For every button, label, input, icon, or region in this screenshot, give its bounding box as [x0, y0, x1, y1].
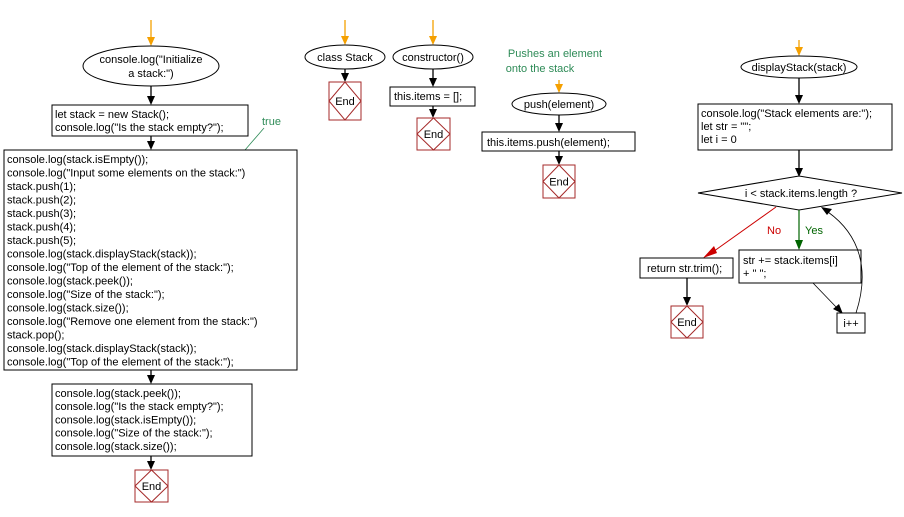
code-line: console.log("Remove one element from the…	[7, 316, 258, 328]
true-label: true	[262, 116, 281, 128]
code-line: stack.push(1);	[7, 181, 76, 193]
code-line: console.log("Stack elements are:");	[701, 108, 872, 120]
code-line: console.log(stack.isEmpty());	[7, 154, 148, 166]
end-label: End	[142, 481, 162, 493]
arrowhead	[147, 141, 155, 150]
arrowhead	[555, 84, 563, 93]
arrowhead	[555, 156, 563, 165]
return-text: return str.trim();	[647, 263, 722, 275]
arrowhead	[147, 461, 155, 470]
yes-arrowhead	[795, 240, 803, 250]
arrowhead	[147, 96, 155, 105]
arrowhead	[795, 95, 803, 104]
yes-label: Yes	[805, 225, 823, 237]
code-line: console.log("Size of the stack:");	[55, 428, 213, 440]
arrowhead	[429, 36, 437, 45]
main-start-terminal	[82, 45, 220, 87]
code-line: let i = 0	[701, 134, 737, 146]
class-stack-label: class Stack	[317, 52, 373, 64]
arrowhead	[683, 297, 691, 306]
code-line: console.log(stack.isEmpty());	[55, 414, 196, 426]
code-line: console.log(stack.size());	[7, 303, 129, 315]
code-line: console.log("Is the stack empty?");	[55, 122, 224, 134]
end-label: End	[549, 177, 569, 189]
body-line: + " ";	[743, 268, 766, 280]
main-start-line: console.log("Initialize	[100, 54, 203, 66]
body-line: str += stack.items[i]	[743, 255, 838, 267]
code-line: console.log(stack.peek());	[7, 276, 133, 288]
code-line: stack.push(5);	[7, 235, 76, 247]
code-line: console.log("Is the stack empty?");	[55, 401, 224, 413]
display-condition: i < stack.items.length ?	[745, 188, 857, 200]
arrowhead	[147, 37, 155, 46]
no-label: No	[767, 225, 781, 237]
code-line: console.log(stack.displayStack(stack));	[7, 343, 197, 355]
arrowhead	[555, 123, 563, 132]
no-arrowhead	[703, 246, 717, 258]
code-line: stack.push(2);	[7, 195, 76, 207]
inc-text: i++	[843, 318, 858, 330]
arrowhead	[341, 36, 349, 45]
code-line: console.log(stack.displayStack(stack));	[7, 249, 197, 261]
display-label: displayStack(stack)	[752, 62, 847, 74]
push-body: this.items.push(element);	[487, 137, 610, 149]
end-label: End	[424, 129, 444, 141]
code-line: console.log(stack.peek());	[55, 388, 181, 400]
code-line: let str = "";	[701, 121, 751, 133]
code-line: stack.push(3);	[7, 208, 76, 220]
end-label: End	[335, 96, 355, 108]
code-line: stack.push(4);	[7, 222, 76, 234]
main-flow: console.log("Initialize a stack:") let s…	[3, 45, 298, 457]
push-note-line: onto the stack	[506, 63, 575, 75]
code-line: console.log("Size of the stack:");	[7, 289, 165, 301]
push-note-line: Pushes an element	[508, 48, 602, 60]
body-to-inc	[812, 282, 839, 310]
arrowhead	[147, 375, 155, 384]
arrowhead	[429, 109, 437, 118]
constructor-label: constructor()	[402, 52, 464, 64]
arrowhead	[341, 73, 349, 82]
code-line: stack.pop();	[7, 330, 64, 342]
code-line: console.log(stack.size());	[55, 441, 177, 453]
code-line: console.log("Top of the element of the s…	[7, 357, 234, 369]
code-line: let stack = new Stack();	[55, 109, 169, 121]
code-line: console.log("Top of the element of the s…	[7, 262, 234, 274]
code-line: console.log("Input some elements on the …	[7, 168, 245, 180]
arrowhead	[795, 47, 803, 56]
main-start-line: a stack:")	[128, 68, 173, 80]
end-label: End	[677, 317, 697, 329]
arrowhead	[429, 78, 437, 87]
push-label: push(element)	[524, 99, 594, 111]
flowchart: console.log("Initialize a stack:") let s…	[3, 20, 903, 503]
constructor-body: this.items = [];	[394, 91, 462, 103]
